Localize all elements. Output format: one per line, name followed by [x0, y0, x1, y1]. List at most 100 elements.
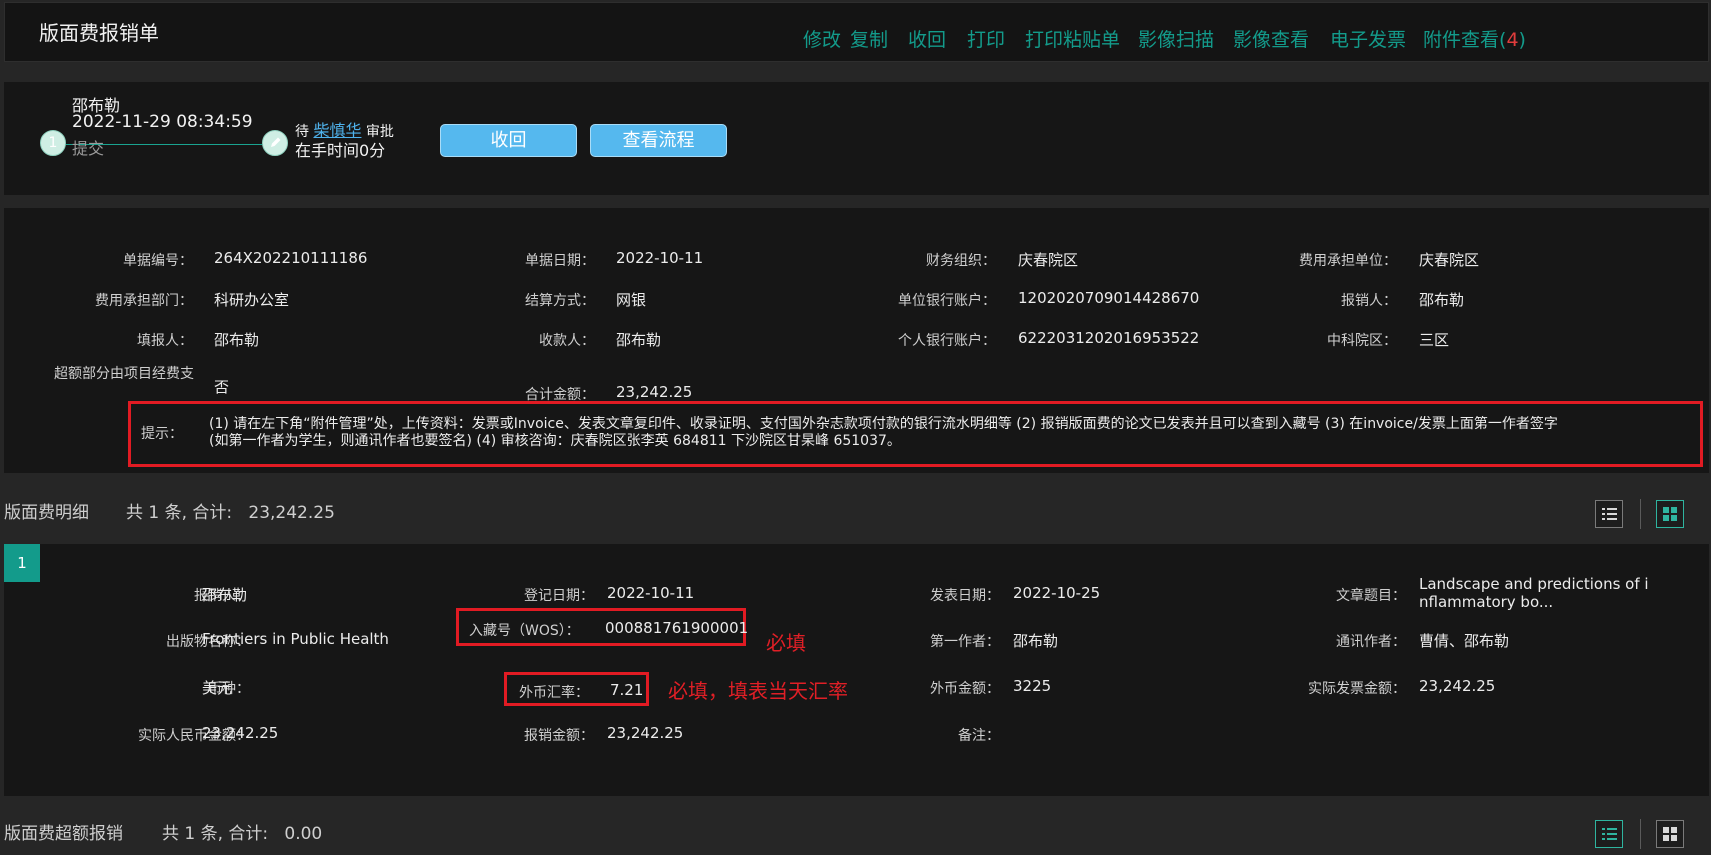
- field-value: 科研办公室: [214, 291, 290, 309]
- print-button[interactable]: 打印: [967, 25, 1005, 52]
- field-value: 2022-10-25: [1013, 584, 1101, 602]
- field-value: 3225: [1013, 677, 1052, 695]
- field-label: 超额部分由项目经费支付：: [54, 366, 194, 382]
- field-value: 23,242.25: [607, 724, 684, 742]
- field-label: 外币金额：: [930, 681, 1000, 697]
- hold-time: 在手时间0分: [295, 141, 386, 160]
- overage-grid-view-button[interactable]: [1656, 820, 1684, 848]
- field-value: 美元: [202, 679, 233, 697]
- edit-pencil-icon: [271, 137, 281, 147]
- wos-required-note: 必填: [766, 631, 806, 655]
- list-view-icon: [1602, 828, 1617, 840]
- field-label: 结算方式：: [525, 293, 595, 309]
- view-toggle-divider: [1640, 499, 1641, 529]
- recall-button[interactable]: 收回: [440, 124, 577, 157]
- field-value: 三区: [1419, 331, 1450, 349]
- view-flow-button[interactable]: 查看流程: [590, 124, 727, 157]
- field-label: 发表日期：: [930, 588, 1000, 604]
- field-label: 单据日期：: [525, 253, 595, 269]
- page-header: 版面费报销单 修改 复制 收回 打印 打印粘贴单 影像扫描 影像查看 电子发票 …: [4, 2, 1709, 62]
- submit-status: 提交: [72, 139, 105, 158]
- detail-summary-text: 共 1 条, 合计:: [126, 503, 233, 523]
- approval-workflow: 1 邵布勒 2022-11-29 08:34:59 提交 待 柴慎华 审批 在手…: [4, 82, 1709, 195]
- article-title-value: Landscape and predictions of i nflammato…: [1419, 575, 1649, 611]
- field-label: 备注：: [958, 728, 1000, 744]
- attachment-view-label: 附件查看: [1423, 29, 1500, 51]
- field-label: 收款人：: [539, 333, 595, 349]
- grid-view-icon: [1663, 827, 1677, 841]
- field-value: 邵布勒: [616, 331, 662, 349]
- field-value: 邵布勒: [1013, 632, 1059, 650]
- field-value: 网银: [616, 291, 647, 309]
- field-value: Frontiers in Public Health: [202, 630, 389, 648]
- field-label: 登记日期：: [524, 588, 594, 604]
- field-value: 庆春院区: [1018, 251, 1079, 269]
- field-label: 财务组织：: [926, 253, 996, 269]
- attachment-view-button[interactable]: 附件查看(4): [1423, 25, 1526, 52]
- detail-record-panel: 报销人： 邵布勒 登记日期： 2022-10-11 发表日期： 2022-10-…: [4, 544, 1709, 796]
- field-label: 填报人：: [137, 333, 193, 349]
- field-value: 邵布勒: [214, 331, 260, 349]
- field-value: 23,242.25: [202, 724, 279, 742]
- field-label: 费用承担部门：: [95, 293, 193, 309]
- overage-list-view-button[interactable]: [1595, 820, 1623, 848]
- recall-toolbar-button[interactable]: 收回: [908, 25, 946, 52]
- field-value: 邵布勒: [1419, 291, 1465, 309]
- field-value: 2022-10-11: [607, 584, 695, 602]
- field-value: 1202020709014428670: [1018, 289, 1200, 307]
- print-paste-sheet-button[interactable]: 打印粘贴单: [1025, 25, 1120, 52]
- field-label: 外币汇率：: [519, 685, 589, 701]
- step-submit-node: 1: [40, 130, 66, 156]
- field-label: 第一作者：: [930, 634, 1000, 650]
- attachment-count: 4: [1506, 29, 1519, 51]
- field-value: 7.21: [610, 681, 644, 699]
- tip-line-1: (1) 请在左下角“附件管理”处，上传资料：发票或Invoice、发表文章复印件…: [209, 416, 1558, 432]
- document-info-panel: 单据编号： 264X202210111186 单据日期： 2022-10-11 …: [4, 208, 1709, 473]
- detail-summary-total: 23,242.25: [248, 503, 335, 523]
- row-index-badge: 1: [4, 544, 40, 582]
- submit-time: 2022-11-29 08:34:59: [72, 112, 253, 132]
- image-scan-button[interactable]: 影像扫描: [1138, 25, 1214, 52]
- field-value: 否: [214, 378, 230, 396]
- field-value: 6222031202016953522: [1018, 329, 1200, 347]
- field-value: 000881761900001: [605, 619, 749, 637]
- tip-line-2: (如第一作者为学生，则通讯作者也要签名) (4) 审核咨询：庆春院区张李英 68…: [209, 433, 901, 449]
- e-invoice-button[interactable]: 电子发票: [1330, 25, 1406, 52]
- field-value: 23,242.25: [1419, 677, 1496, 695]
- list-view-button[interactable]: [1595, 500, 1623, 528]
- list-view-icon: [1602, 508, 1617, 520]
- image-view-button[interactable]: 影像查看: [1233, 25, 1309, 52]
- rate-highlight-box: 外币汇率： 7.21: [504, 672, 649, 706]
- page-title: 版面费报销单: [39, 21, 159, 45]
- field-label: 中科院区：: [1327, 333, 1397, 349]
- field-label: 费用承担单位：: [1299, 253, 1397, 269]
- field-label: 实际发票金额：: [1308, 681, 1406, 697]
- overage-section-summary: 共 1 条, 合计: 0.00: [162, 819, 322, 844]
- field-value: 23,242.25: [616, 383, 693, 401]
- rate-required-note: 必填，填表当天汇率: [668, 679, 848, 703]
- field-label: 入藏号（WOS）：: [469, 623, 580, 639]
- field-value: 2022-10-11: [616, 249, 704, 267]
- field-label: 个人银行账户：: [898, 333, 996, 349]
- overage-summary-total: 0.00: [284, 824, 323, 844]
- overage-summary-text: 共 1 条, 合计:: [162, 824, 269, 844]
- tip-highlight-box: 提示： (1) 请在左下角“附件管理”处，上传资料：发票或Invoice、发表文…: [128, 401, 1703, 467]
- field-label: 单据编号：: [123, 253, 193, 269]
- field-label: 文章题目：: [1336, 588, 1406, 604]
- field-label: 报销人：: [1341, 293, 1397, 309]
- grid-view-icon: [1663, 507, 1677, 521]
- tip-label: 提示：: [141, 426, 183, 442]
- field-label: 单位银行账户：: [898, 293, 996, 309]
- detail-section-title: 版面费明细: [4, 503, 89, 523]
- view-toggle-divider: [1640, 819, 1641, 849]
- copy-button[interactable]: 复制: [850, 25, 888, 52]
- edit-button[interactable]: 修改: [803, 25, 841, 52]
- field-value: 曹倩、邵布勒: [1419, 632, 1510, 650]
- field-label: 报销金额：: [524, 728, 594, 744]
- article-title-line-2: nflammatory bo...: [1419, 593, 1554, 611]
- step-pending-node: [262, 130, 288, 156]
- article-title-line-1: Landscape and predictions of i: [1419, 575, 1649, 593]
- field-label: 通讯作者：: [1336, 634, 1406, 650]
- grid-view-button[interactable]: [1656, 500, 1684, 528]
- wos-highlight-box: 入藏号（WOS）： 000881761900001: [456, 608, 749, 646]
